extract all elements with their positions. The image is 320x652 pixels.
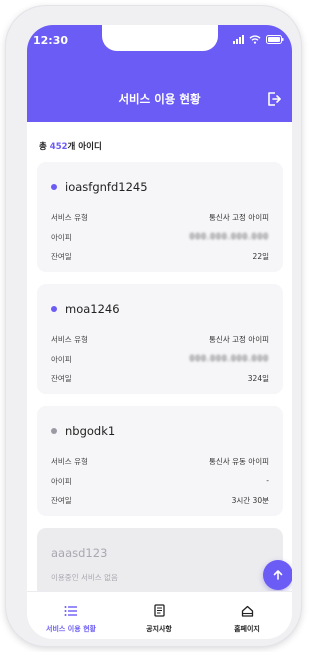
row-label: 서비스 유형 — [51, 335, 88, 344]
wifi-icon — [249, 35, 261, 44]
page-title: 서비스 이용 현황 — [118, 92, 201, 106]
tab-homepage[interactable]: 홈페이지 — [203, 602, 291, 634]
row-value: 통신사 유동 아이피 — [209, 457, 269, 466]
status-dot-inactive-icon — [51, 428, 57, 434]
row-label: 아이피 — [51, 477, 72, 486]
summary-prefix: 총 — [39, 142, 50, 152]
card-title: nbgodk1 — [51, 424, 115, 438]
row-label: 잔여일 — [51, 496, 72, 505]
card-title: ioasfgnfd1245 — [51, 180, 148, 194]
service-card-empty[interactable]: aaasd123 이용중인 서비스 없음 — [37, 528, 283, 600]
device-notch — [102, 25, 218, 51]
phone-frame: 12:30 서비스 이용 현황 총 452개 아이디 ioasfgnfd1245… — [6, 6, 301, 646]
app-header: 서비스 이용 현황 — [27, 55, 292, 122]
service-card[interactable]: ioasfgnfd1245 서비스 유형 통신사 고정 아이피 아이피 000.… — [37, 162, 283, 272]
row-label: 잔여일 — [51, 374, 72, 383]
no-service-note: 이용중인 서비스 없음 — [51, 573, 118, 582]
bottom-tab-bar: 서비스 이용 현황 공지사항 홈페이지 — [27, 591, 292, 639]
status-icons — [233, 35, 284, 44]
service-type-row: 서비스 유형 통신사 고정 아이피 — [51, 334, 269, 345]
service-card[interactable]: moa1246 서비스 유형 통신사 고정 아이피 아이피 000.000.00… — [37, 284, 283, 394]
row-value: - — [266, 476, 269, 485]
account-id: aaasd123 — [51, 546, 108, 560]
service-type-row: 서비스 유형 통신사 고정 아이피 — [51, 212, 269, 223]
service-type-row: 서비스 유형 통신사 유동 아이피 — [51, 456, 269, 467]
status-dot-active-icon — [51, 306, 57, 312]
row-value: 통신사 고정 아이피 — [209, 335, 269, 344]
battery-icon — [266, 35, 284, 44]
scroll-to-top-button[interactable] — [263, 560, 292, 590]
remaining-days-row: 잔여일 324일 — [51, 373, 269, 384]
status-bar: 12:30 — [27, 25, 292, 55]
account-id: ioasfgnfd1245 — [65, 180, 148, 194]
ip-row: 아이피 - — [51, 476, 269, 487]
app-screen: 12:30 서비스 이용 현황 총 452개 아이디 ioasfgnfd1245… — [27, 25, 292, 639]
card-title: moa1246 — [51, 302, 120, 316]
row-label: 아이피 — [51, 233, 72, 242]
ip-row: 아이피 000.000.000.000 — [51, 354, 269, 365]
row-label: 잔여일 — [51, 252, 72, 261]
summary-suffix: 개 아이디 — [67, 142, 102, 152]
row-value: 통신사 고정 아이피 — [209, 213, 269, 222]
row-value: 22일 — [252, 252, 269, 261]
row-value: 000.000.000.000 — [189, 354, 269, 363]
signal-icon — [233, 35, 244, 44]
row-label: 서비스 유형 — [51, 457, 88, 466]
ip-row: 아이피 000.000.000.000 — [51, 232, 269, 243]
row-label: 아이피 — [51, 355, 72, 364]
account-id: nbgodk1 — [65, 424, 116, 438]
list-icon — [64, 606, 77, 616]
row-label: 서비스 유형 — [51, 213, 88, 222]
id-count-summary: 총 452개 아이디 — [39, 140, 102, 152]
home-icon — [241, 605, 253, 617]
tab-label: 공지사항 — [146, 625, 172, 633]
remaining-days-row: 잔여일 3시간 30분 — [51, 495, 269, 506]
arrow-up-icon — [273, 570, 283, 580]
remaining-days-row: 잔여일 22일 — [51, 251, 269, 262]
tab-service-status[interactable]: 서비스 이용 현황 — [27, 602, 115, 634]
summary-count: 452 — [49, 142, 68, 152]
row-value: 324일 — [247, 374, 269, 383]
tab-label: 홈페이지 — [234, 625, 260, 633]
logout-icon[interactable] — [266, 91, 282, 107]
service-list: 총 452개 아이디 ioasfgnfd1245 서비스 유형 통신사 고정 아… — [27, 122, 292, 602]
row-value: 000.000.000.000 — [189, 232, 269, 241]
account-id: moa1246 — [65, 302, 120, 316]
card-title: aaasd123 — [51, 546, 107, 560]
status-dot-active-icon — [51, 184, 57, 190]
row-value: 3시간 30분 — [231, 496, 269, 505]
service-card[interactable]: nbgodk1 서비스 유형 통신사 유동 아이피 아이피 - 잔여일 3시간 … — [37, 406, 283, 516]
tab-label: 서비스 이용 현황 — [46, 625, 96, 633]
document-icon — [154, 604, 165, 617]
status-time: 12:30 — [33, 34, 69, 47]
tab-notices[interactable]: 공지사항 — [115, 602, 203, 634]
